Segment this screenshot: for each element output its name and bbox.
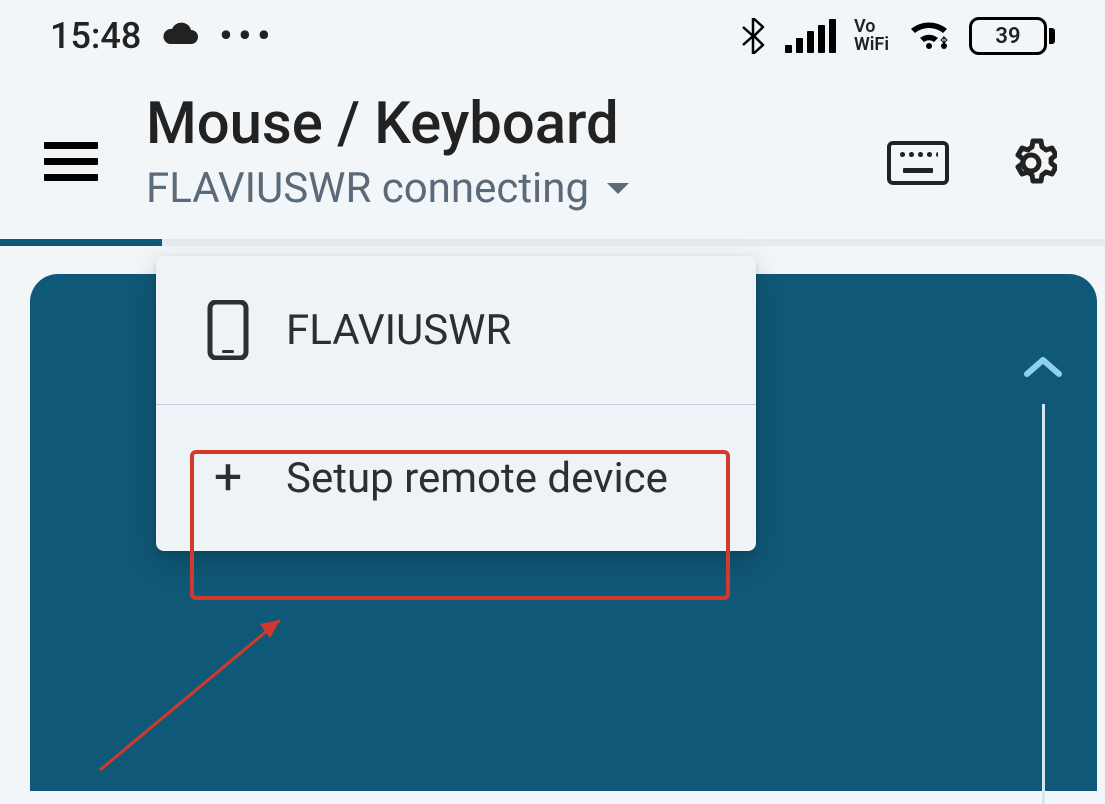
vowifi-bottom: WiFi: [854, 36, 889, 54]
dropdown-item-label: FLAVIUSWR: [286, 306, 511, 355]
app-header: Mouse / Keyboard FLAVIUSWR connecting: [0, 72, 1105, 239]
plus-icon: +: [206, 449, 250, 507]
tab-indicator-active: [0, 239, 162, 246]
vowifi-indicator: Vo WiFi: [854, 18, 889, 54]
dropdown-item-label: Setup remote device: [286, 454, 668, 503]
bluetooth-icon: [739, 18, 767, 54]
scroll-track: [1042, 404, 1045, 804]
title-block: Mouse / Keyboard FLAVIUSWR connecting: [146, 90, 887, 213]
tab-indicator: [0, 239, 1105, 246]
settings-icon[interactable]: [1005, 137, 1057, 189]
cloud-icon: [161, 22, 199, 50]
device-selector[interactable]: FLAVIUSWR connecting: [146, 164, 887, 213]
device-dropdown: FLAVIUSWR + Setup remote device: [156, 256, 756, 551]
menu-button[interactable]: [44, 142, 98, 181]
keyboard-icon[interactable]: [887, 141, 949, 185]
chevron-up-icon: [1023, 354, 1063, 380]
status-left: 15:48 •••: [50, 15, 276, 57]
status-right: Vo WiFi 39: [739, 17, 1055, 55]
phone-icon: [206, 300, 250, 360]
device-status-label: FLAVIUSWR connecting: [146, 164, 589, 213]
wifi-icon: [907, 19, 951, 53]
dropdown-item-setup[interactable]: + Setup remote device: [156, 405, 756, 551]
dropdown-item-device[interactable]: FLAVIUSWR: [156, 256, 756, 404]
scroll-handle[interactable]: [1023, 354, 1063, 804]
battery-indicator: 39: [969, 17, 1055, 55]
status-time: 15:48: [50, 15, 141, 57]
cellular-signal-icon: [785, 19, 836, 53]
page-title: Mouse / Keyboard: [146, 90, 887, 158]
caret-down-icon: [605, 180, 631, 198]
status-bar: 15:48 ••• Vo WiFi 39: [0, 0, 1105, 72]
battery-level: 39: [995, 24, 1020, 49]
more-dots-icon: •••: [219, 15, 276, 57]
header-actions: [887, 137, 1057, 189]
